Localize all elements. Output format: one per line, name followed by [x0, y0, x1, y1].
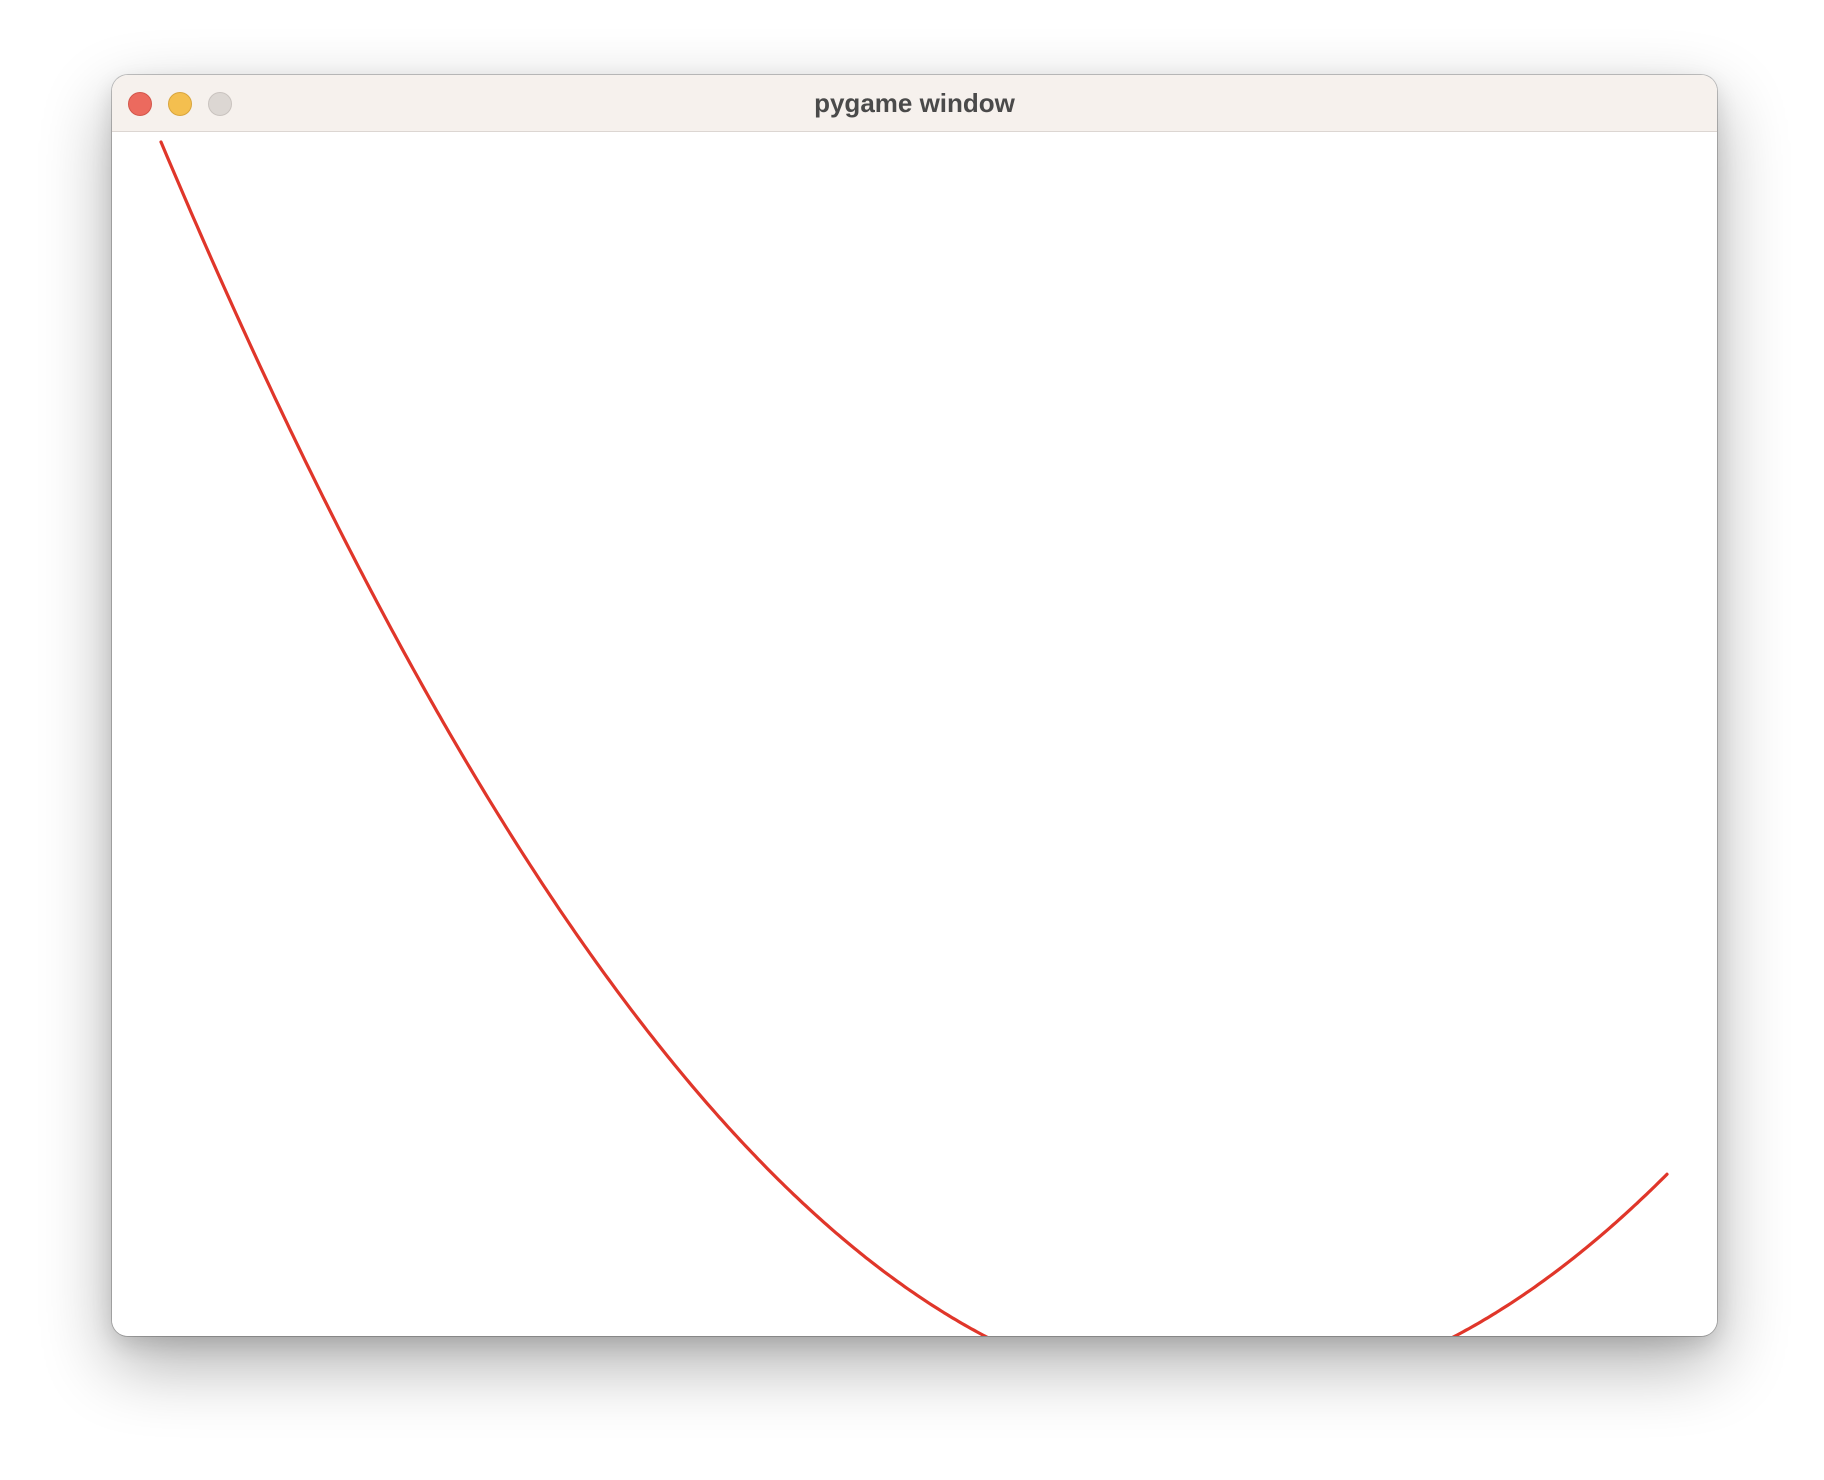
pygame-canvas[interactable] — [112, 132, 1717, 1336]
app-window: pygame window — [112, 75, 1717, 1336]
red-parabola-curve — [159, 140, 1669, 1336]
curve-drawing — [159, 140, 1669, 1336]
window-title: pygame window — [814, 88, 1015, 118]
title-bar[interactable]: pygame window — [112, 75, 1717, 132]
